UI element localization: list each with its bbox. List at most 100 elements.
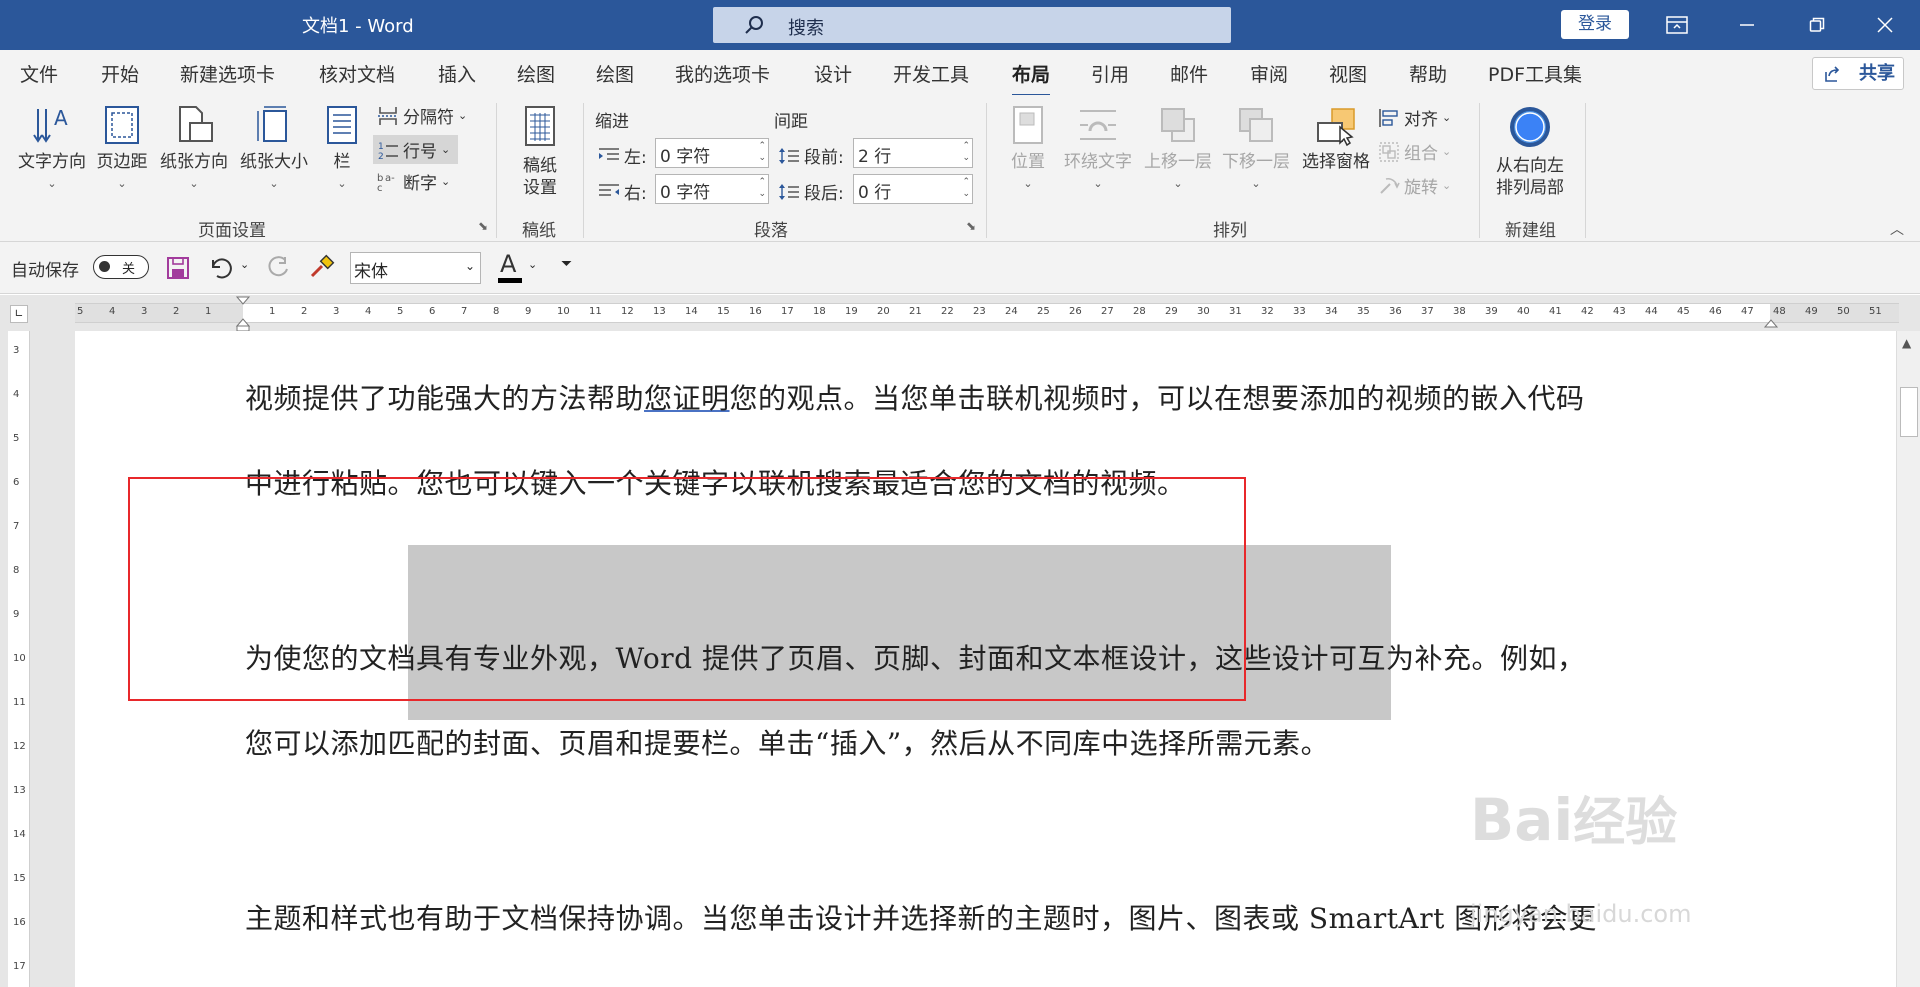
login-button[interactable]: 登录 [1561,10,1629,39]
save-icon[interactable] [165,255,191,281]
scroll-up-icon[interactable]: ▲ [1902,336,1911,350]
paragraph-2-line-2[interactable]: 您可以添加匹配的封面、页眉和提要栏。单击“插入”，然后从不同库中选择所需元素。 [245,722,1329,762]
vertical-ruler[interactable]: 3 4 5 6 7 8 9 10 11 12 13 14 15 16 17 [8,331,30,987]
page-setup-launcher-icon[interactable]: ⬊ [478,219,488,233]
spinner-arrows-icon[interactable]: ⌃ ⌄ [962,140,970,164]
tab-insert[interactable]: 插入 [438,60,476,87]
tab-view[interactable]: 视图 [1329,60,1367,87]
restore-button[interactable] [1782,0,1852,50]
align-button[interactable]: 对齐 ⌄ [1378,105,1451,130]
tab-draw-2[interactable]: 绘图 [596,60,634,87]
ribbon-display-options-button[interactable] [1642,0,1712,50]
paragraph-3-line-1[interactable]: 主题和样式也有助于文档保持协调。当您单击设计并选择新的主题时，图片、图表或 Sm… [245,897,1597,937]
ruler-number: 43 [1613,306,1626,317]
spinner-arrows-icon[interactable]: ⌃ ⌄ [962,176,970,200]
ribbon-tabs: 文件 开始 新建选项卡 核对文档 插入 绘图 绘图 我的选项卡 设计 开发工具 … [0,50,1920,97]
tab-layout[interactable]: 布局 [1012,60,1051,97]
tab-selector-icon[interactable]: ∟ [10,305,28,323]
ruler-number: 37 [1421,306,1434,317]
tab-help[interactable]: 帮助 [1409,60,1447,87]
tab-new-tab[interactable]: 新建选项卡 [180,60,275,87]
font-name-select[interactable]: 宋体 ⌄ [350,252,481,284]
customize-qat-icon[interactable]: ⏷ [561,256,572,272]
line-numbers-button[interactable]: 12 行号 ⌄ [373,135,459,164]
format-painter-icon[interactable] [308,254,336,282]
vertical-scrollbar[interactable]: ▲ [1896,331,1920,987]
tab-file[interactable]: 文件 [20,60,58,87]
minimize-button[interactable] [1712,0,1782,50]
size-button[interactable]: 纸张大小 ⌄ [234,103,314,195]
tab-my-tab[interactable]: 我的选项卡 [675,60,770,87]
spacing-before-input[interactable]: 2 行 ⌃ ⌄ [853,138,973,168]
collapse-ribbon-icon[interactable]: ︿ [1890,219,1904,239]
margins-button[interactable]: 页边距 ⌄ [92,103,152,195]
ruler-number: 22 [941,306,954,317]
spacing-before-icon [779,147,799,164]
font-color-dropdown-icon[interactable]: ⌄ [528,258,537,271]
columns-button[interactable]: 栏 ⌄ [320,103,364,195]
right-to-left-layout-button[interactable]: 从右向左排列局部 [1490,103,1570,199]
ruler-number: 47 [1741,306,1754,317]
horizontal-ruler[interactable]: 5 4 3 2 1 1 2 3 4 5 6 7 8 9 10 11 12 13 14 15 16 17 18 19 20 21 22… [75,303,1899,323]
indent-left-icon [599,147,619,160]
spacing-after-text: 段后: [804,184,844,204]
position-button[interactable]: 位置 ⌄ [1000,103,1056,195]
group-button[interactable]: 组合 ⌄ [1378,139,1451,164]
text-direction-button[interactable]: A 文字方向 ⌄ [12,103,92,195]
ruler-number: 51 [1869,306,1882,317]
tab-mailings[interactable]: 邮件 [1170,60,1208,87]
watermark-brand: Bai [1470,786,1574,854]
undo-dropdown-icon[interactable]: ⌄ [240,258,249,271]
tab-review[interactable]: 审阅 [1250,60,1288,87]
spacing-after-label: 段后: [778,179,844,204]
redo-icon[interactable] [265,255,291,281]
ruler-number: 34 [1325,306,1338,317]
orientation-button[interactable]: 纸张方向 ⌄ [154,103,234,195]
search-box[interactable]: 搜索 [713,7,1231,43]
spinner-arrows-icon[interactable]: ⌃ ⌄ [758,176,766,200]
first-line-indent-marker[interactable] [236,295,250,331]
hyphenation-button[interactable]: b a-c 断字 ⌄ [377,169,450,195]
tab-references[interactable]: 引用 [1091,60,1129,87]
page-setup-group-label: 页面设置 [198,221,266,241]
selection-pane-button[interactable]: 选择窗格 [1296,103,1376,173]
ribbon: A 文字方向 ⌄ 页边距 ⌄ 纸张方向 ⌄ 纸张大小 ⌄ 栏 ⌄ 分隔符 ⌄ 12… [0,95,1920,242]
autosave-toggle[interactable]: 关 [93,255,149,279]
close-button[interactable] [1850,0,1920,50]
spacing-after-input[interactable]: 0 行 ⌃ ⌄ [853,174,973,204]
paragraph-1-line-1[interactable]: 视频提供了功能强大的方法帮助您证明您的观点。当您单击联机视频时，可以在想要添加的… [245,377,1585,417]
align-icon [1379,108,1398,127]
ruler-number: 6 [429,306,436,317]
indent-right-input[interactable]: 0 字符 ⌃ ⌄ [655,174,769,204]
manuscript-setup-button[interactable]: 稿纸设置 [510,103,570,199]
tab-design[interactable]: 设计 [814,60,852,87]
tab-home[interactable]: 开始 [101,60,139,87]
separator [1585,103,1586,238]
tab-developer[interactable]: 开发工具 [893,60,969,87]
font-color-swatch [498,278,522,283]
spinner-arrows-icon[interactable]: ⌃ ⌄ [758,140,766,164]
breaks-button[interactable]: 分隔符 ⌄ [377,103,467,128]
tab-check-document[interactable]: 核对文档 [319,60,395,87]
indent-left-input[interactable]: 0 字符 ⌃ ⌄ [655,138,769,168]
svg-text:a-: a- [385,173,395,184]
ruler-number: 27 [1101,306,1114,317]
tab-draw-1[interactable]: 绘图 [517,60,555,87]
rotate-button[interactable]: 旋转 ⌄ [1378,173,1451,198]
ruler-number: 50 [1837,306,1850,317]
right-indent-marker[interactable] [1764,315,1778,329]
tab-pdf-tools[interactable]: PDF工具集 [1488,60,1582,87]
send-backward-button[interactable]: 下移一层 ⌄ [1218,103,1294,195]
bring-forward-button[interactable]: 上移一层 ⌄ [1140,103,1216,195]
minimize-icon [1740,24,1754,26]
undo-icon[interactable] [207,255,233,281]
share-button[interactable]: 共享 [1812,57,1904,90]
orientation-icon [179,106,213,142]
ruler-number: 13 [653,306,666,317]
line-numbers-label: 行号 [403,142,437,162]
paragraph-launcher-icon[interactable]: ⬊ [966,219,976,233]
close-icon [1877,17,1893,33]
wrap-text-button[interactable]: 环绕文字 ⌄ [1058,103,1138,195]
scrollbar-thumb[interactable] [1900,387,1918,437]
font-color-button[interactable]: A [498,250,522,284]
